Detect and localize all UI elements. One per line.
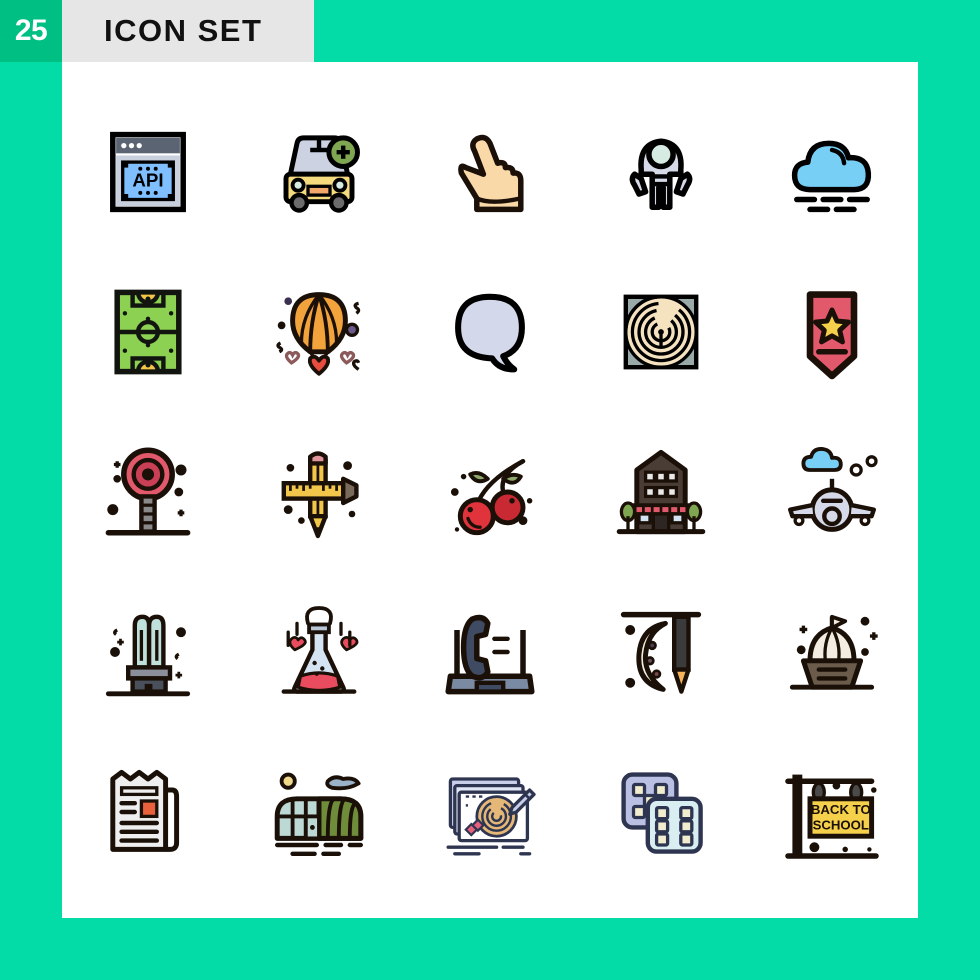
icon-count-badge: 25 [0,0,62,62]
icon-cell-energy-bulb[interactable] [62,572,233,732]
sign-text-line1: BACK TO [811,802,871,817]
icon-cell-cloud-fog[interactable] [747,92,918,252]
icon-cell-maze-worksheet[interactable] [404,732,575,892]
icon-cell-pencil-ruler[interactable] [233,412,404,572]
page-title: ICON SET [62,0,314,62]
icon-cell-add-car[interactable] [233,92,404,252]
icon-cell-maze-circular[interactable] [576,252,747,412]
icon-cell-cherry-fruit[interactable] [404,412,575,572]
icon-cell-soccer-field[interactable] [62,252,233,412]
icon-cell-newspaper[interactable] [62,732,233,892]
icon-cell-shop-building[interactable] [576,412,747,572]
header: 25 ICON SET [0,0,314,62]
icon-cell-star-badge[interactable] [747,252,918,412]
icon-cell-hot-air-balloon[interactable] [233,252,404,412]
icon-cell-moon-pen[interactable] [576,572,747,732]
sign-text-line2: SCHOOL [813,818,869,833]
icon-cell-sailboat[interactable] [747,572,918,732]
icon-cell-api-browser-window[interactable]: API [62,92,233,252]
svg-text:API: API [132,169,163,190]
icon-cell-hand-tap-gesture[interactable] [404,92,575,252]
icon-cell-love-potion-flask[interactable] [233,572,404,732]
icon-cell-back-to-school-sign[interactable]: BACK TO SCHOOL [747,732,918,892]
icon-cell-astronaut[interactable] [576,92,747,252]
icon-cell-lollipop-target[interactable] [62,412,233,572]
icon-cell-greenhouse[interactable] [233,732,404,892]
icon-cell-telephone-support[interactable] [404,572,575,732]
icon-cell-dice-pair[interactable] [576,732,747,892]
icon-cell-airplane-front[interactable] [747,412,918,572]
icon-set-page: 25 ICON SET API BACK TO SCHOOL [0,0,980,980]
icon-grid: API BACK TO SCHOOL [62,92,918,892]
icon-cell-chat-bubble[interactable] [404,252,575,412]
